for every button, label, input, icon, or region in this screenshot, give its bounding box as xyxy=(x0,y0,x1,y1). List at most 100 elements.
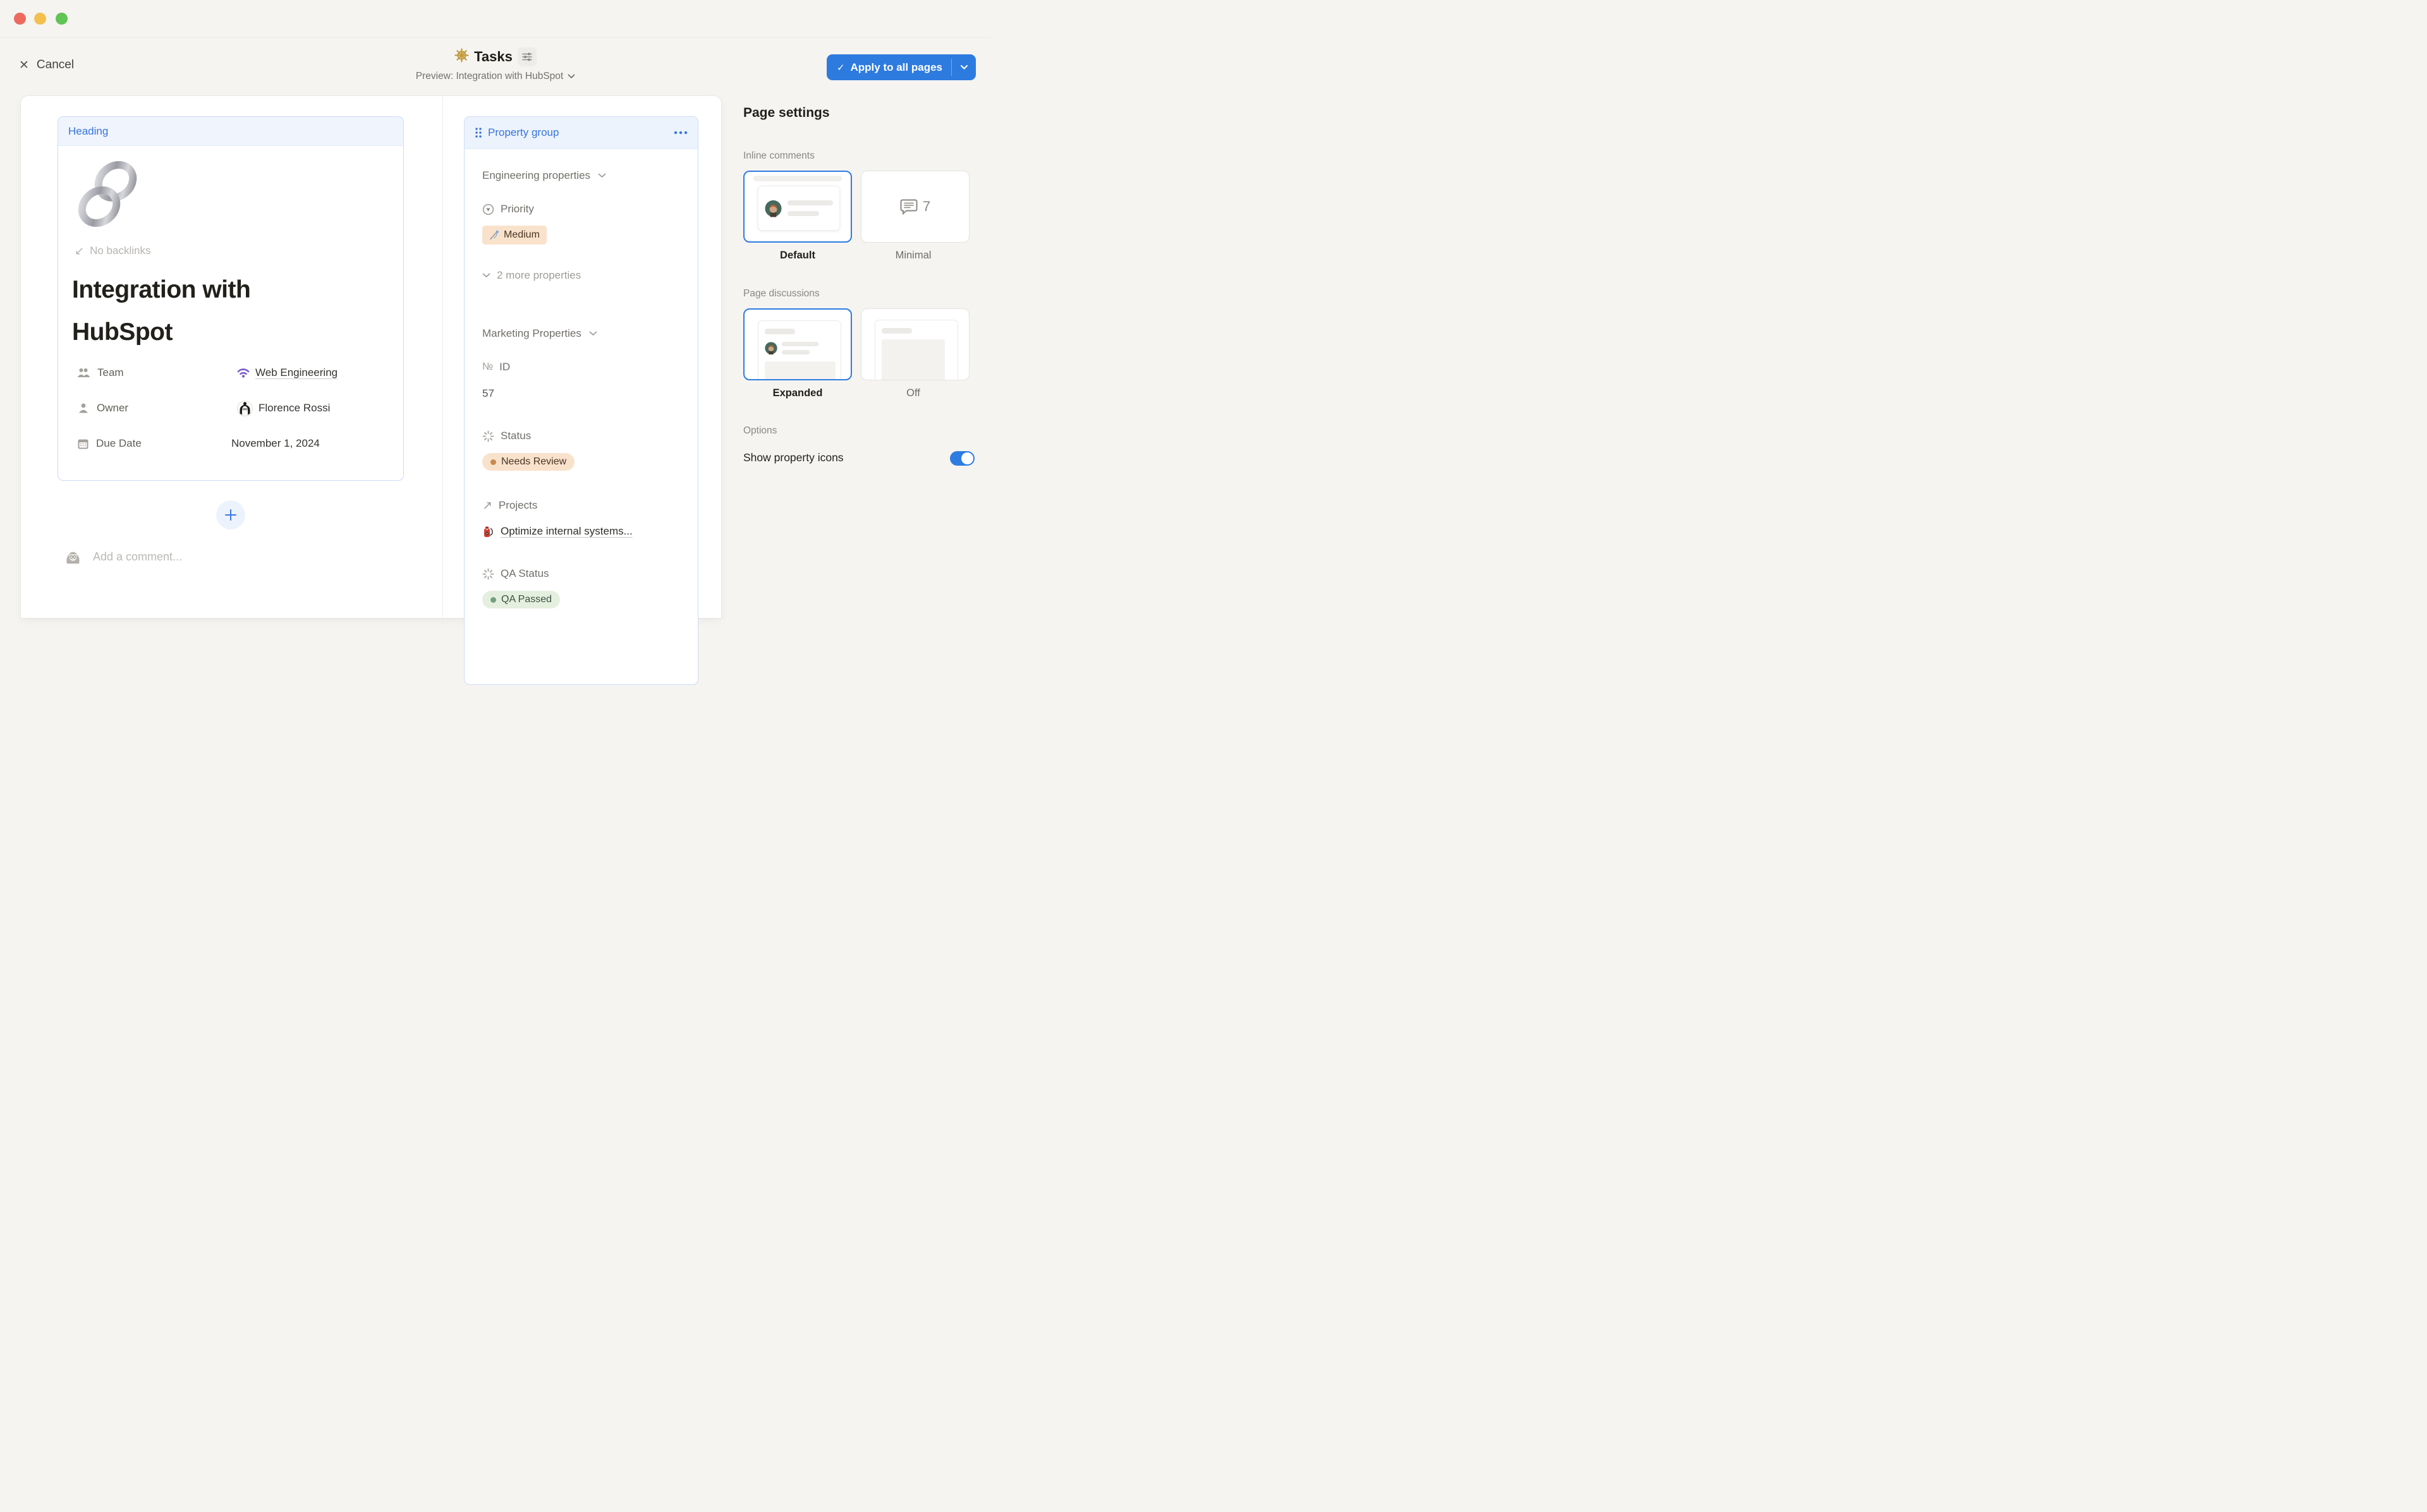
show-property-icons-toggle[interactable] xyxy=(950,451,975,466)
priority-icon xyxy=(482,203,494,215)
id-value-text: 57 xyxy=(482,387,494,400)
window-minimize-button[interactable] xyxy=(34,13,46,25)
due-date-label: Due Date xyxy=(96,437,142,450)
mini-text-bar xyxy=(788,200,833,205)
add-comment-placeholder: Add a comment... xyxy=(93,550,182,564)
view-settings-button[interactable] xyxy=(518,47,537,66)
fire-extinguisher-icon xyxy=(482,525,494,538)
apply-button-label: Apply to all pages xyxy=(851,61,942,74)
inline-comments-option-minimal[interactable]: 7 xyxy=(861,171,970,243)
mini-text-bar xyxy=(765,329,795,334)
priority-value-tag[interactable]: Medium xyxy=(482,226,547,245)
projects-property[interactable]: ↗ Projects xyxy=(482,498,537,513)
property-group-label: Property group xyxy=(488,126,668,139)
backlinks-row[interactable]: ↙ No backlinks xyxy=(75,245,150,257)
relation-arrow-icon: ↗ xyxy=(482,499,492,513)
mini-content-block xyxy=(765,361,836,380)
inline-comments-minimal-label: Minimal xyxy=(859,250,968,262)
window-close-button[interactable] xyxy=(14,13,26,25)
priority-value: Medium xyxy=(504,229,540,241)
window-titlebar xyxy=(0,0,991,38)
page-discussions-option-off[interactable] xyxy=(861,308,970,380)
mini-page-line xyxy=(753,176,842,181)
projects-label: Projects xyxy=(499,499,537,512)
property-row-team[interactable]: Team Web Engineering xyxy=(77,365,392,381)
priority-property[interactable]: Priority xyxy=(482,202,534,217)
check-icon: ✓ xyxy=(837,62,845,73)
status-label: Status xyxy=(501,430,531,442)
backlink-arrow-icon: ↙ xyxy=(75,245,84,257)
page-title[interactable]: Integration with HubSpot xyxy=(72,269,319,353)
apply-to-all-pages-button[interactable]: ✓ Apply to all pages xyxy=(827,61,951,74)
page-icon-chain-links[interactable] xyxy=(76,159,140,233)
qa-status-label: QA Status xyxy=(501,567,549,580)
status-dot xyxy=(490,459,496,465)
window-zoom-button[interactable] xyxy=(56,13,68,25)
status-spinner-icon xyxy=(482,430,494,442)
owner-avatar xyxy=(237,401,253,416)
workspace-helm-wheel-icon xyxy=(454,48,469,66)
page-discussions-off-label: Off xyxy=(859,387,968,399)
heading-block-header[interactable]: Heading xyxy=(58,117,403,146)
column-divider xyxy=(442,96,443,617)
apply-options-dropdown[interactable] xyxy=(952,64,976,70)
inline-comments-option-default[interactable] xyxy=(743,171,852,243)
page-settings-title: Page settings xyxy=(743,106,830,121)
drag-handle-icon[interactable] xyxy=(475,127,482,138)
mini-page-sheet xyxy=(758,320,841,380)
priority-label: Priority xyxy=(501,203,534,215)
due-date-text: November 1, 2024 xyxy=(231,437,320,450)
property-group-header[interactable]: Property group xyxy=(465,117,698,149)
add-block-button[interactable] xyxy=(216,500,245,529)
sliders-icon xyxy=(521,51,533,63)
mini-comment-card xyxy=(758,186,840,231)
heading-block-card[interactable]: Heading ↙ No backlinks Integration with … xyxy=(58,116,404,481)
qa-status-value-pill[interactable]: QA Passed xyxy=(482,591,560,608)
property-row-owner[interactable]: Owner Florence Rossi xyxy=(77,400,392,416)
database-title[interactable]: Tasks xyxy=(474,49,513,65)
team-value-link[interactable]: Web Engineering xyxy=(237,366,338,379)
owner-name: Florence Rossi xyxy=(259,402,330,414)
page-discussions-option-expanded[interactable] xyxy=(743,308,852,380)
qa-status-value: QA Passed xyxy=(501,594,552,605)
apply-split-button: ✓ Apply to all pages xyxy=(827,54,976,80)
qa-status-property[interactable]: QA Status xyxy=(482,566,549,581)
status-value-pill[interactable]: Needs Review xyxy=(482,453,575,471)
more-properties-label: 2 more properties xyxy=(497,269,581,282)
commenter-avatar xyxy=(63,547,83,567)
mini-text-bar xyxy=(782,342,818,346)
numero-icon: № xyxy=(482,361,493,373)
chevron-down-icon xyxy=(568,74,575,79)
mini-avatar xyxy=(765,200,782,217)
page-discussions-label: Page discussions xyxy=(743,288,820,299)
team-icon xyxy=(77,367,90,378)
chevron-down-icon xyxy=(960,64,968,70)
more-options-icon[interactable] xyxy=(674,131,688,135)
wifi-icon xyxy=(237,368,250,378)
id-value[interactable]: 57 xyxy=(482,386,494,401)
status-property[interactable]: Status xyxy=(482,428,531,444)
projects-value-link[interactable]: Optimize internal systems... xyxy=(501,525,633,538)
id-label: ID xyxy=(499,361,510,373)
due-date-value[interactable]: November 1, 2024 xyxy=(237,437,320,450)
property-group-card[interactable]: Property group Engineering properties Pr… xyxy=(464,116,698,685)
page-discussions-expanded-label: Expanded xyxy=(743,387,852,399)
comment-count: 7 xyxy=(923,198,930,215)
show-property-icons-label: Show property icons xyxy=(743,451,844,464)
backlinks-label: No backlinks xyxy=(90,245,150,257)
owner-label: Owner xyxy=(97,402,128,414)
id-property[interactable]: № ID xyxy=(482,360,510,375)
mini-text-bar xyxy=(882,328,912,334)
add-comment-row[interactable]: Add a comment... xyxy=(63,547,182,567)
status-value: Needs Review xyxy=(501,456,566,468)
owner-value[interactable]: Florence Rossi xyxy=(237,401,330,416)
section-engineering-properties[interactable]: Engineering properties xyxy=(482,168,606,183)
editor-header: ✕ Cancel Tasks xyxy=(0,39,991,96)
plus-icon xyxy=(224,509,237,521)
more-properties-toggle[interactable]: 2 more properties xyxy=(482,268,581,283)
options-label: Options xyxy=(743,425,777,437)
projects-value-row[interactable]: Optimize internal systems... xyxy=(482,524,633,539)
property-row-due-date[interactable]: Due Date November 1, 2024 xyxy=(77,435,392,452)
section-marketing-properties[interactable]: Marketing Properties xyxy=(482,326,597,341)
needle-icon xyxy=(489,230,499,240)
